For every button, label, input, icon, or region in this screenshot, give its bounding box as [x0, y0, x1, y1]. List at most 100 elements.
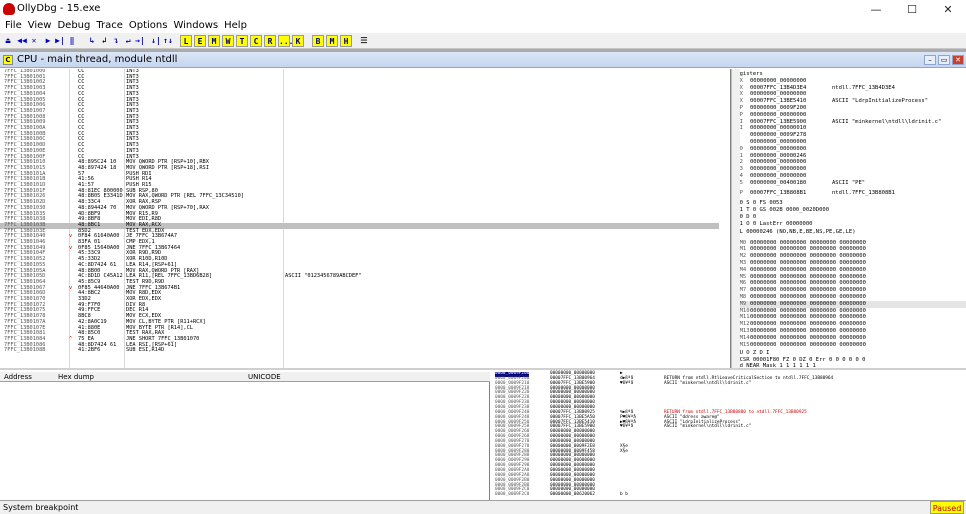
- dump-pane[interactable]: [0, 382, 490, 500]
- memory-window-button[interactable]: M: [208, 35, 220, 47]
- list-icon[interactable]: ☰: [358, 35, 370, 47]
- cpu-window-button[interactable]: C: [250, 35, 262, 47]
- register-row[interactable]: RCX 00007FFC_13B4D3E4 ntdll.7FFC_13B4D3E4: [740, 85, 966, 92]
- step-over-icon[interactable]: ↲: [98, 35, 110, 47]
- xmm-register-name: XMM6: [740, 280, 747, 287]
- trace-over-icon[interactable]: ↵: [122, 35, 134, 47]
- register-row[interactable]: XMM1500000000 00000000 00000000 00000000: [740, 342, 966, 349]
- xmm-register-value: 00000000 00000000 00000000 00000000: [750, 341, 866, 348]
- register-row[interactable]: XMM700000000 00000000 00000000 00000000: [740, 287, 966, 294]
- register-row[interactable]: R10 00000000_00000000: [740, 146, 966, 153]
- hardware-breakpoints-window-button[interactable]: H: [340, 35, 352, 47]
- register-row[interactable]: RBX 00007FFC_13BE5410 ASCII "LdrpInitializ…: [740, 98, 966, 105]
- xmm-register-value: 00000000 00000000 00000000 00000000: [750, 260, 866, 267]
- register-row[interactable]: P 1 T 0 GS 002B 0000_0020D000: [740, 207, 966, 214]
- register-name: RIP: [740, 190, 743, 196]
- restart-icon[interactable]: ◀◀: [16, 35, 28, 47]
- call-stack-window-button[interactable]: K: [292, 35, 304, 47]
- register-row[interactable]: XMM400000000 00000000 00000000 00000000: [740, 267, 966, 274]
- register-row[interactable]: Z 1 O 0 LastErr 00000000: [740, 221, 966, 228]
- run-trace-window-button[interactable]: ...: [278, 35, 293, 47]
- register-row[interactable]: XMM900000000 00000000 00000000 00000000: [740, 300, 966, 308]
- disassembly-scrollbar[interactable]: [731, 69, 740, 368]
- xmm-register-name: XMM3: [740, 260, 747, 267]
- maximize-button[interactable]: ☐: [894, 0, 930, 20]
- memory-breakpoints-window-button[interactable]: M: [326, 35, 338, 47]
- register-row[interactable]: XMM1100000000 00000000 00000000 00000000: [740, 314, 966, 321]
- cpu-restore-button[interactable]: ▭: [938, 55, 950, 65]
- execute-till-user-code-icon[interactable]: ↓|: [150, 35, 162, 47]
- run-icon[interactable]: ▶: [42, 35, 54, 47]
- register-row[interactable]: R800000000_0009F278: [740, 132, 966, 139]
- register-row[interactable]: EFL 00000246 (NO,NB,E,BE,NS,PE,GE,LE): [740, 229, 966, 236]
- register-comment: ntdll.7FFC_13B4D3E4: [832, 84, 895, 91]
- dump-hex-header[interactable]: Hex dump: [58, 373, 94, 381]
- register-row[interactable]: XMM1300000000 00000000 00000000 00000000: [740, 328, 966, 335]
- animate-icon[interactable]: ↑↓: [162, 35, 174, 47]
- register-row[interactable]: RIP 00007FFC_13B808B1 ntdll.7FFC_13B808B1: [740, 190, 966, 197]
- threads-window-button[interactable]: T: [236, 35, 248, 47]
- log-window-button[interactable]: L: [180, 35, 192, 47]
- register-row[interactable]: R900000000_00000000: [740, 139, 966, 146]
- breakpoints-window-button[interactable]: B: [312, 35, 324, 47]
- menu-debug[interactable]: Debug: [57, 20, 90, 32]
- menu-view[interactable]: View: [28, 20, 52, 32]
- stack-row[interactable]: 0000_0009F2C8 00000000_00620062 b b: [492, 492, 966, 498]
- close-process-icon[interactable]: ✕: [28, 35, 40, 47]
- register-row[interactable]: RSI 00007FFC_13BE5900 ASCII "minkernel\ntd…: [740, 119, 966, 126]
- close-button[interactable]: ✕: [930, 0, 966, 20]
- pause-icon[interactable]: ‖: [66, 35, 78, 47]
- execute-till-return-icon[interactable]: →|: [134, 35, 146, 47]
- register-row[interactable]: RAX 00000000_00000000: [740, 78, 966, 85]
- register-value: 00007FFC_13BE5900: [750, 118, 807, 125]
- register-row[interactable]: R14 00000000_00000000: [740, 173, 966, 180]
- register-row[interactable]: C 0 S 0 FS 0053: [740, 200, 966, 207]
- trace-into-icon[interactable]: ↴: [110, 35, 122, 47]
- cpu-close-button[interactable]: ✕: [952, 55, 964, 65]
- xmm-register-value: 00000000 00000000 00000000 00000000: [750, 273, 866, 280]
- register-row[interactable]: RBP 00000000_00000000: [740, 112, 966, 119]
- register-row[interactable]: P U O Z D I: [740, 350, 966, 357]
- cpu-minimize-button[interactable]: –: [924, 55, 936, 65]
- step-into-icon[interactable]: ↳: [86, 35, 98, 47]
- register-row[interactable]: R12 00000000_00000000: [740, 159, 966, 166]
- menu-options[interactable]: Options: [129, 20, 168, 32]
- open-icon[interactable]: ⏏: [2, 35, 14, 47]
- register-row[interactable]: A 0 D 0: [740, 214, 966, 221]
- menu-windows[interactable]: Windows: [173, 20, 218, 32]
- modules-window-button[interactable]: E: [194, 35, 206, 47]
- register-row[interactable]: RSP 00000000_0009F200: [740, 105, 966, 112]
- stack-pane[interactable]: 0000_0009F200 00000000_00000000 ▶ 0000_0009…: [492, 370, 966, 500]
- register-row[interactable]: XMM500000000 00000000 00000000 00000000: [740, 274, 966, 281]
- disassembly-pane[interactable]: 7FFC_13B01000 CC INT3 7FFC_13B01001 CC INT3 7F…: [0, 69, 731, 368]
- register-row[interactable]: XMM1000000000 00000000 00000000 00000000: [740, 308, 966, 315]
- register-row[interactable]: RDX 00000000_00000000: [740, 91, 966, 98]
- dump-address-header[interactable]: Address: [4, 373, 32, 381]
- register-row[interactable]: R11 00000000_00000246: [740, 153, 966, 160]
- toolbar: ⏏ ◀◀ ✕ ▶ ▶| ‖ ↳ ↲ ↴ ↵ →| ↓| ↑↓ L E M W T…: [0, 33, 966, 49]
- disassembly-row[interactable]: 7FFC_13B0108B 41:2BF6 SUB ESI,R14D: [0, 348, 719, 354]
- register-row[interactable]: XMM200000000 00000000 00000000 00000000: [740, 253, 966, 260]
- register-row[interactable]: XMM000000000 00000000 00000000 00000000: [740, 240, 966, 247]
- register-row[interactable]: XMM100000000 00000000 00000000 00000000: [740, 246, 966, 253]
- register-row[interactable]: MXCSR 00001F80 FZ 0 DZ 0 Err 0 0 0 0 0 0: [740, 357, 966, 364]
- menu-trace[interactable]: Trace: [96, 20, 123, 32]
- windows-window-button[interactable]: W: [222, 35, 234, 47]
- register-row[interactable]: XMM800000000 00000000 00000000 00000000: [740, 294, 966, 301]
- run-thread-icon[interactable]: ▶|: [54, 35, 66, 47]
- registers-pane[interactable]: RegistersRAX 00000000_00000000 RCX 00007FFC…: [740, 69, 966, 368]
- register-row[interactable]: XMM1200000000 00000000 00000000 00000000: [740, 321, 966, 328]
- register-row[interactable]: R15 00000000_00400180 ASCII "PE": [740, 180, 966, 187]
- register-row[interactable]: RDI 00000000_00000010: [740, 125, 966, 132]
- minimize-button[interactable]: —: [858, 0, 894, 20]
- register-row[interactable]: XMM1400000000 00000000 00000000 00000000: [740, 335, 966, 342]
- flags-row: Z 1 O 0 LastErr 00000000: [740, 220, 813, 227]
- references-window-button[interactable]: R: [264, 35, 276, 47]
- register-row[interactable]: XMM600000000 00000000 00000000 00000000: [740, 280, 966, 287]
- register-row[interactable]: R13 00000000_00000000: [740, 166, 966, 173]
- register-row[interactable]: XMM300000000 00000000 00000000 00000000: [740, 260, 966, 267]
- dump-unicode-header[interactable]: UNICODE: [248, 373, 281, 381]
- ollydbg-app-icon: [3, 3, 15, 15]
- menu-file[interactable]: File: [5, 20, 22, 32]
- menu-help[interactable]: Help: [224, 20, 247, 32]
